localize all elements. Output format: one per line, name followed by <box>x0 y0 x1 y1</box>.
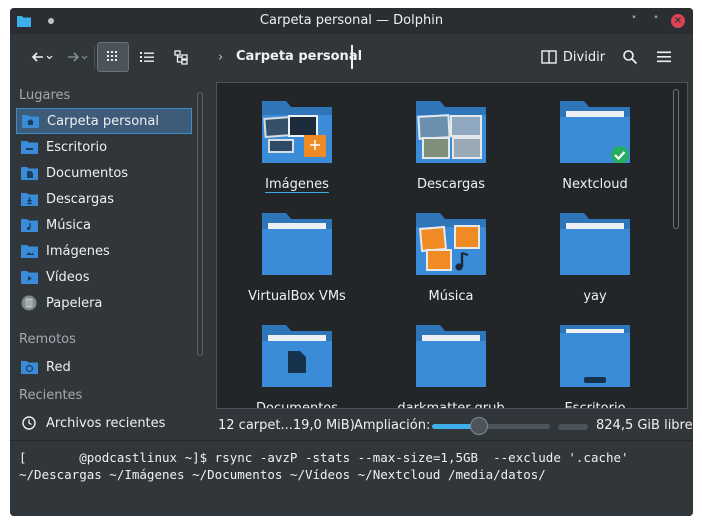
toolbar: › Carpeta personal Dividir <box>10 34 693 80</box>
file-name: Documentos <box>255 401 339 409</box>
desktop-folder-icon <box>20 139 38 155</box>
place-videos[interactable]: Vídeos <box>16 264 192 290</box>
hamburger-menu-icon <box>657 51 671 63</box>
place-papelera[interactable]: Papelera <box>16 290 192 316</box>
file-item[interactable]: Escritorio <box>525 325 665 409</box>
terminal-line: ~/Descargas ~/Imágenes ~/Documentos ~/Ví… <box>19 467 546 482</box>
back-button[interactable] <box>24 42 60 72</box>
tree-view-icon <box>174 50 188 65</box>
file-item[interactable]: VirtualBox VMs <box>227 213 367 304</box>
clock-icon <box>20 415 38 431</box>
music-folder-icon <box>20 217 38 233</box>
grid-view-icon <box>107 51 117 61</box>
folder-icon <box>416 325 486 387</box>
status-bar: 12 carpet...19,0 MiB) Ampliación: 824,5 … <box>216 412 693 438</box>
place-musica[interactable]: Música <box>16 212 192 238</box>
place-archivos-recientes[interactable]: Archivos recientes <box>16 410 192 436</box>
arrow-right-icon <box>68 52 88 62</box>
split-button[interactable]: Dividir <box>538 42 608 72</box>
file-name: Nextcloud <box>562 177 628 192</box>
nextcloud-folder-icon <box>560 101 630 164</box>
file-name: Música <box>428 289 474 304</box>
places-panel: Lugares Carpeta personal Escritorio Docu… <box>10 82 206 448</box>
icons-view-button[interactable] <box>97 42 129 72</box>
terminal-line: [ @podcastlinux ~]$ rsync -avzP -stats -… <box>19 450 629 465</box>
pictures-folder-icon <box>262 101 332 163</box>
split-view-icon <box>541 50 557 64</box>
sidebar-scrollbar[interactable] <box>197 92 203 356</box>
file-view[interactable]: Imágenes Descargas Nextcloud VirtualBox … <box>216 82 688 409</box>
file-item[interactable]: Documentos <box>227 325 367 409</box>
videos-folder-icon <box>20 269 38 285</box>
file-item[interactable]: darkmatter-grub <box>381 325 521 409</box>
section-title-remotes[interactable]: Remotos <box>19 332 76 347</box>
file-item[interactable]: Descargas <box>381 101 521 192</box>
folder-icon <box>262 213 332 275</box>
breadcrumb[interactable]: Carpeta personal <box>236 49 362 64</box>
arrow-left-icon <box>31 52 53 62</box>
search-icon <box>623 50 638 65</box>
file-name: Descargas <box>416 177 485 192</box>
documents-folder-icon <box>20 165 38 181</box>
place-descargas[interactable]: Descargas <box>16 186 192 212</box>
place-escritorio[interactable]: Escritorio <box>16 134 192 160</box>
file-item[interactable]: Imágenes <box>227 101 367 192</box>
place-red[interactable]: Red <box>16 354 192 380</box>
forward-button[interactable] <box>60 42 94 72</box>
file-item[interactable]: yay <box>525 213 665 304</box>
tree-view-button[interactable] <box>166 42 196 72</box>
network-folder-icon <box>20 359 38 375</box>
breadcrumb-chevron-icon: › <box>218 50 224 65</box>
window-title: Carpeta personal — Dolphin <box>259 13 444 28</box>
section-title-recent[interactable]: Recientes <box>19 388 82 403</box>
place-documentos[interactable]: Documentos <box>16 160 192 186</box>
file-item[interactable]: Música <box>381 213 521 304</box>
pictures-folder-icon <box>20 243 38 259</box>
file-name: VirtualBox VMs <box>248 289 346 304</box>
place-carpeta-personal[interactable]: Carpeta personal <box>16 108 192 134</box>
dolphin-window: Carpeta personal — Dolphin ˅ ˄ × › Carpe… <box>10 8 693 516</box>
free-space-label: 824,5 GiB libre <box>596 418 693 433</box>
maximize-button[interactable]: ˄ <box>649 14 663 28</box>
hamburger-menu-button[interactable] <box>651 42 677 72</box>
file-item[interactable]: Nextcloud <box>525 101 665 192</box>
home-folder-icon <box>21 113 39 129</box>
file-name: Escritorio <box>564 401 626 409</box>
file-name: darkmatter-grub <box>397 401 505 409</box>
downloads-folder-icon <box>20 191 38 207</box>
zoom-slider-handle[interactable] <box>470 417 488 435</box>
documents-folder-icon <box>262 325 332 387</box>
downloads-folder-icon <box>416 101 486 163</box>
details-view-button[interactable] <box>132 42 162 72</box>
location-cursor <box>351 45 353 69</box>
music-folder-icon <box>416 213 486 275</box>
toolbar-separator <box>94 46 95 68</box>
file-name: yay <box>583 289 607 304</box>
search-button[interactable] <box>617 42 643 72</box>
view-scrollbar[interactable] <box>673 89 679 229</box>
place-imagenes[interactable]: Imágenes <box>16 238 192 264</box>
zoom-slider[interactable] <box>432 417 550 435</box>
file-name: Imágenes <box>265 177 329 192</box>
trash-icon <box>20 295 38 311</box>
folder-count: 12 carpet...19,0 MiB) <box>218 418 355 433</box>
zoom-label: Ampliación: <box>354 418 431 433</box>
split-button-label: Dividir <box>562 49 606 65</box>
close-button[interactable]: × <box>671 14 685 28</box>
title-bar: Carpeta personal — Dolphin ˅ ˄ × <box>10 8 693 34</box>
section-title-places[interactable]: Lugares <box>19 88 70 103</box>
minimize-button[interactable]: ˅ <box>627 14 641 28</box>
desktop-folder-icon <box>560 325 630 387</box>
folder-icon <box>560 213 630 275</box>
terminal-panel[interactable]: [ @podcastlinux ~]$ rsync -avzP -stats -… <box>10 440 693 516</box>
free-space-bar <box>558 424 588 430</box>
list-view-icon <box>140 52 154 62</box>
